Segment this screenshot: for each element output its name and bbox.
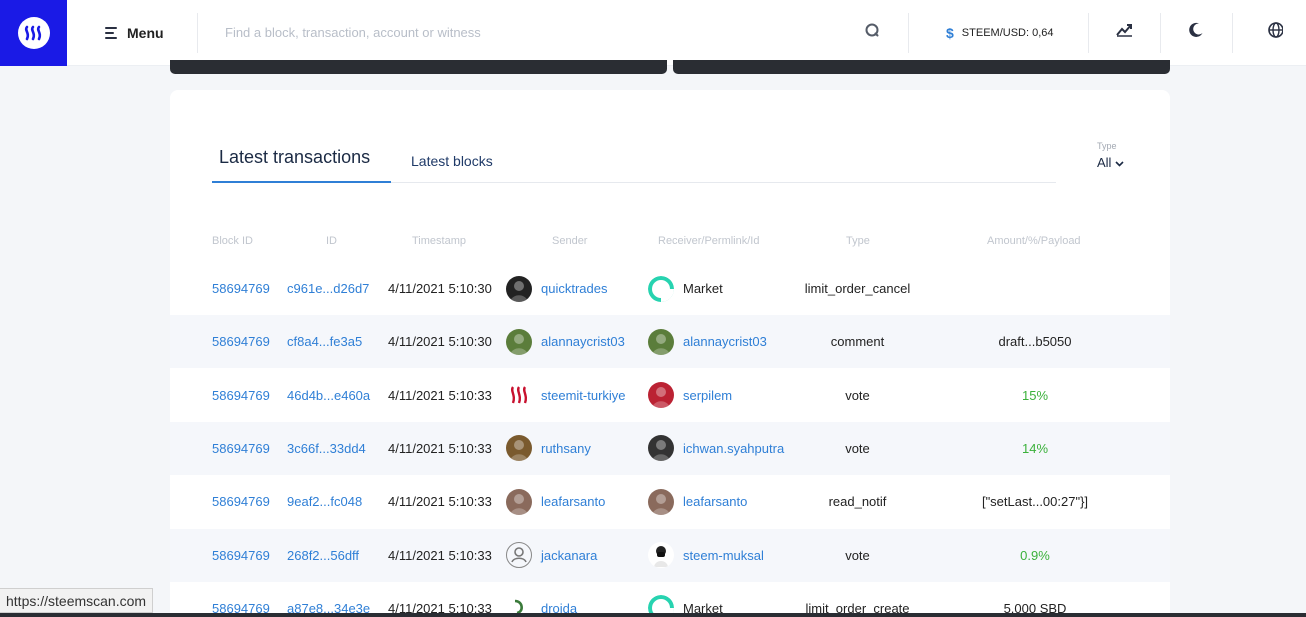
timestamp: 4/11/2021 5:10:30 [388,334,492,350]
sender-link[interactable]: quicktrades [541,281,607,296]
transactions-panel: Latest transactions Latest blocks Type A… [170,90,1170,617]
tab-latest-blocks[interactable]: Latest blocks [405,153,499,182]
language-button[interactable] [1233,0,1284,66]
chart-button[interactable] [1089,0,1160,66]
receiver-link[interactable]: alannaycrist03 [683,334,767,349]
table-row: 58694769 cf8a4...fe3a5 4/11/2021 5:10:30 al… [170,315,1170,369]
table-row: 58694769 46d4b...e460a 4/11/2021 5:10:33 st… [170,369,1170,422]
avatar [506,435,532,462]
type-filter-select[interactable]: All [1097,155,1125,170]
price-ticker: $ STEEM/USD: 0,64 [909,0,1088,66]
stats-card [170,60,667,74]
market-icon [648,275,674,302]
sender-link[interactable]: jackanara [541,548,597,563]
block-id-link[interactable]: 58694769 [212,494,270,509]
price-label: STEEM/USD: 0,64 [961,26,1054,39]
moon-icon [1188,22,1204,43]
transaction-id-link[interactable]: c961e...d26d7 [287,281,369,296]
transaction-id-link[interactable]: 9eaf2...fc048 [287,494,362,509]
menu-button[interactable]: Menu [67,25,197,41]
chevron-down-icon [1115,155,1125,170]
steem-logo-icon[interactable] [0,0,67,66]
menu-label: Menu [127,24,164,41]
amount-value: ["setLast...00:27"}] [981,494,1089,510]
block-id-link[interactable]: 58694769 [212,441,270,456]
transaction-id-link[interactable]: 3c66f...33dd4 [287,441,366,456]
status-bar-url: https://steemscan.com [0,588,154,613]
column-header: Block ID [212,235,253,247]
chart-icon [1115,23,1133,42]
amount-value: draft...b5050 [998,334,1072,350]
theme-toggle-button[interactable] [1161,0,1232,66]
column-header: Receiver/Permlink/Id [658,235,760,247]
search-input[interactable] [225,25,864,40]
block-id-link[interactable]: 58694769 [212,548,270,563]
operation-type: vote [845,387,870,403]
sender-link[interactable]: alannaycrist03 [541,334,625,349]
table-row: 58694769 3c66f...33dd4 4/11/2021 5:10:33 ru… [170,421,1170,475]
taskbar [0,613,1306,617]
column-header: Sender [552,235,588,247]
tab-bar: Latest transactions Latest blocks [212,146,1056,183]
avatar [648,488,674,515]
column-header: Timestamp [412,235,466,247]
table-row: 58694769 c961e...d26d7 4/11/2021 5:10:30 qu… [170,262,1170,315]
tab-latest-transactions[interactable]: Latest transactions [212,147,391,183]
receiver-link[interactable]: serpilem [683,388,732,403]
timestamp: 4/11/2021 5:10:33 [388,494,492,510]
timestamp: 4/11/2021 5:10:30 [388,281,492,296]
table-row: 58694769 268f2...56dff 4/11/2021 5:10:33 ja… [170,528,1170,582]
transaction-id-link[interactable]: 46d4b...e460a [287,388,370,403]
operation-type: comment [830,334,885,350]
avatar [506,488,532,515]
transaction-id-link[interactable]: cf8a4...fe3a5 [287,334,362,349]
avatar [648,542,674,568]
receiver-link: Market [683,281,723,296]
block-id-link[interactable]: 58694769 [212,334,270,349]
sender-link[interactable]: ruthsany [541,441,591,456]
menu-icon [105,26,117,39]
search-icon[interactable] [864,22,880,43]
avatar [506,542,532,568]
table-header: Block ID ID Timestamp Sender Receiver/Pe… [170,235,1170,251]
operation-type: vote [845,440,870,456]
table-row: 58694769 a87e8...34e3e 4/11/2021 5:10:33 dr… [170,582,1170,617]
top-bar: Menu $ STEEM/USD: 0,64 [0,0,1306,66]
receiver-link[interactable]: ichwan.syahputra [683,441,784,456]
block-id-link[interactable]: 58694769 [212,388,270,403]
avatar [506,382,532,408]
amount-value: 15% [1021,387,1049,403]
column-header: Type [846,235,870,247]
search-bar [198,0,908,66]
transaction-id-link[interactable]: 268f2...56dff [287,548,359,563]
column-header: Amount/%/Payload [987,235,1081,247]
operation-type: limit_order_cancel [804,281,911,296]
type-filter-label: Type [1097,141,1117,151]
type-filter-value: All [1097,155,1112,170]
sender-link[interactable]: steemit-turkiye [541,388,626,403]
stats-card [673,60,1170,74]
block-id-link[interactable]: 58694769 [212,281,270,296]
timestamp: 4/11/2021 5:10:33 [388,440,492,456]
column-header: ID [326,235,337,247]
receiver-link[interactable]: leafarsanto [683,494,747,509]
avatar [506,328,532,355]
operation-type: read_notif [828,494,887,510]
avatar [506,275,532,302]
timestamp: 4/11/2021 5:10:33 [388,387,492,403]
sender-link[interactable]: leafarsanto [541,494,605,509]
amount-value: 0.9% [1020,547,1050,563]
avatar [648,435,674,462]
receiver-link[interactable]: steem-muksal [683,548,764,563]
table-row: 58694769 9eaf2...fc048 4/11/2021 5:10:33 le… [170,475,1170,528]
type-filter[interactable]: Type All [1097,141,1125,170]
avatar [648,328,674,355]
timestamp: 4/11/2021 5:10:33 [388,547,492,563]
globe-icon [1267,21,1284,44]
operation-type: vote [845,547,870,563]
dollar-icon: $ [946,24,954,41]
avatar [648,382,674,409]
amount-value: 14% [1021,440,1049,456]
